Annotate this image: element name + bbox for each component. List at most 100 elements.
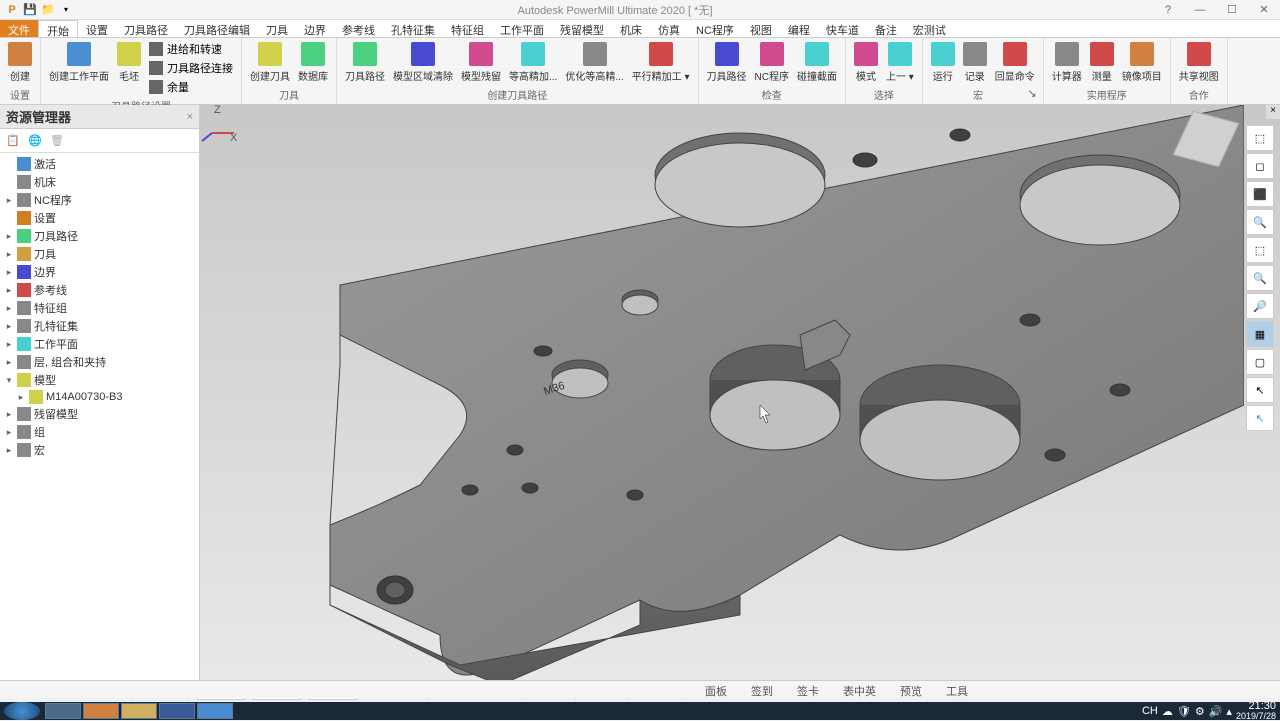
tab-tool[interactable]: 刀具 [258, 20, 296, 37]
tree-item[interactable]: ▸孔特征集 [2, 317, 197, 335]
help-icon[interactable]: ? [1156, 2, 1180, 18]
expand-icon[interactable]: ▸ [4, 231, 14, 242]
btab-panel[interactable]: 面板 [693, 681, 739, 698]
tree-item[interactable]: ▾模型 [2, 371, 197, 389]
task-app2[interactable] [83, 703, 119, 719]
qat-dropdown-icon[interactable]: ▾ [58, 2, 74, 18]
maximize-icon[interactable]: ☐ [1220, 2, 1244, 18]
ribbon-btn-7-2[interactable]: 镜像项目 [1120, 40, 1164, 85]
task-app1[interactable] [45, 703, 81, 719]
ribbon-btn-4-1[interactable]: NC程序 [753, 40, 791, 85]
tree-item[interactable]: 机床 [2, 173, 197, 191]
save-icon[interactable]: 💾 [22, 2, 38, 18]
wire-icon[interactable]: ▢ [1246, 349, 1274, 375]
tab-stock[interactable]: 残留模型 [552, 20, 612, 37]
expand-icon[interactable]: ▸ [16, 392, 26, 403]
btab-checkin[interactable]: 签到 [739, 681, 785, 698]
tab-toolpath-edit[interactable]: 刀具路径编辑 [176, 20, 258, 37]
tray-volume-icon[interactable]: 🔊 [1209, 705, 1223, 718]
expand-icon[interactable]: ▸ [4, 267, 14, 278]
tab-express[interactable]: 快车道 [818, 20, 867, 37]
tray-chevron-icon[interactable]: ▴ [1226, 705, 1232, 718]
tab-boundary[interactable]: 边界 [296, 20, 334, 37]
tab-hole[interactable]: 孔特征集 [383, 20, 443, 37]
ribbon-btn-2-0[interactable]: 创建刀具 [248, 40, 292, 85]
tree-item[interactable]: ▸刀具路径 [2, 227, 197, 245]
expand-icon[interactable]: ▸ [4, 321, 14, 332]
expand-icon[interactable]: ▸ [4, 409, 14, 420]
tree-item[interactable]: ▸组 [2, 423, 197, 441]
tray-icon2[interactable]: 🛡 [1177, 705, 1191, 718]
dialog-launcher-icon[interactable]: ↘ [1028, 87, 1037, 100]
globe-icon[interactable]: 🌐 [26, 132, 44, 150]
btab-card[interactable]: 签卡 [785, 681, 831, 698]
expand-icon[interactable]: ▸ [4, 427, 14, 438]
ribbon-btn-3-4[interactable]: 优化等高精... [563, 40, 625, 85]
tab-machine[interactable]: 机床 [612, 20, 650, 37]
sidebar-close-icon[interactable]: × [187, 111, 193, 123]
iso-view-icon[interactable]: ⬚ [1246, 125, 1274, 151]
task-player[interactable] [197, 703, 233, 719]
tree-item[interactable]: 设置 [2, 209, 197, 227]
close-icon[interactable]: ✕ [1252, 2, 1276, 18]
zoom-out-icon[interactable]: 🔎 [1246, 293, 1274, 319]
expand-icon[interactable]: ▾ [4, 375, 14, 386]
delete-icon[interactable]: 🗑 [48, 132, 66, 150]
ribbon-sm-1-0[interactable]: 进给和转速 [147, 40, 235, 58]
tray-ime[interactable]: CH [1142, 705, 1158, 717]
tree-item[interactable]: ▸工作平面 [2, 335, 197, 353]
expand-icon[interactable]: ▸ [4, 445, 14, 456]
minimize-icon[interactable]: — [1188, 2, 1212, 18]
ribbon-btn-6-0[interactable]: 运行 [929, 40, 957, 85]
tab-feature[interactable]: 特征组 [443, 20, 492, 37]
start-button[interactable] [4, 702, 40, 720]
ribbon-btn-1-0[interactable]: 创建工作平面 [47, 40, 111, 85]
btab-tools[interactable]: 工具 [934, 681, 980, 698]
ribbon-btn-3-3[interactable]: 等高精加... [507, 40, 559, 85]
tab-toolpath[interactable]: 刀具路径 [116, 20, 176, 37]
ribbon-btn-5-1[interactable]: 上一 ▾ [884, 40, 916, 85]
tab-notes[interactable]: 备注 [867, 20, 905, 37]
tab-nc[interactable]: NC程序 [688, 20, 742, 37]
btab-preview[interactable]: 预览 [888, 681, 934, 698]
front-view-icon[interactable]: ◻ [1246, 153, 1274, 179]
tree-item[interactable]: ▸层, 组合和夹持 [2, 353, 197, 371]
ribbon-btn-4-0[interactable]: 刀具路径 [705, 40, 749, 85]
ribbon-btn-6-2[interactable]: 回显命令 [993, 40, 1037, 85]
ribbon-btn-8-0[interactable]: 共享视图 [1177, 40, 1221, 85]
ribbon-btn-3-2[interactable]: 模型残留 [459, 40, 503, 85]
btab-lang[interactable]: 表中英 [831, 681, 888, 698]
tab-macro-test[interactable]: 宏测试 [905, 20, 954, 37]
ribbon-btn-3-5[interactable]: 平行精加工 ▾ [630, 40, 692, 85]
tab-sim[interactable]: 仿真 [650, 20, 688, 37]
expand-icon[interactable]: ▸ [4, 339, 14, 350]
axis-gizmo[interactable]: Z X [200, 105, 240, 145]
tab-home[interactable]: 开始 [38, 20, 78, 37]
tree-item[interactable]: ▸M14A00730-B3 [2, 389, 197, 405]
ribbon-btn-7-0[interactable]: 计算器 [1050, 40, 1084, 85]
expand-icon[interactable]: ▸ [4, 285, 14, 296]
tree-item[interactable]: ▸特征组 [2, 299, 197, 317]
ribbon-btn-5-0[interactable]: 模式 [852, 40, 880, 85]
expand-icon[interactable]: ▸ [4, 249, 14, 260]
tree-item[interactable]: ▸边界 [2, 263, 197, 281]
ribbon-btn-3-1[interactable]: 模型区域清除 [391, 40, 455, 85]
ribbon-btn-3-0[interactable]: 刀具路径 [343, 40, 387, 85]
ribbon-btn-2-1[interactable]: 数据库 [296, 40, 330, 85]
zoom-in-icon[interactable]: 🔍 [1246, 265, 1274, 291]
open-icon[interactable]: 📁 [40, 2, 56, 18]
cube-view-icon[interactable]: ⬛ [1246, 181, 1274, 207]
task-wps[interactable] [159, 703, 195, 719]
tree-item[interactable]: ▸残留模型 [2, 405, 197, 423]
viewport-close-icon[interactable]: × [1266, 105, 1280, 119]
tray-icon3[interactable]: ⚙ [1195, 705, 1205, 718]
tray-icon1[interactable]: ☁ [1162, 705, 1173, 718]
zoom-fit-icon[interactable]: 🔍 [1246, 209, 1274, 235]
task-explorer[interactable] [121, 703, 157, 719]
ribbon-btn-4-2[interactable]: 碰撞截面 [795, 40, 839, 85]
select-icon[interactable]: ↖ [1246, 377, 1274, 403]
ribbon-sm-1-2[interactable]: 余量 [147, 78, 235, 96]
tree-item[interactable]: ▸刀具 [2, 245, 197, 263]
tree-icon[interactable]: 📋 [4, 132, 22, 150]
tree-item[interactable]: ▸宏 [2, 441, 197, 459]
